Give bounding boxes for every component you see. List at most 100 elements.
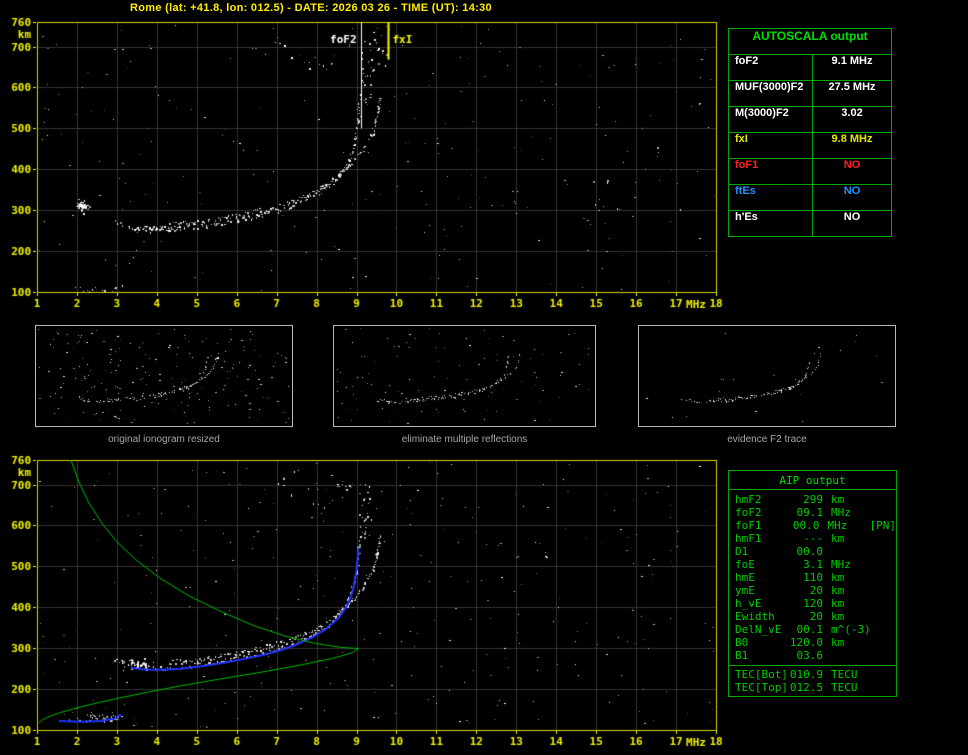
thumbnail-caption-reflections: eliminate multiple reflections	[401, 434, 528, 445]
autoscala-screen: Rome (lat: +41.8, lon: 012.5) - DATE: 20…	[0, 0, 968, 755]
parameter-value: 3.1	[803, 558, 823, 571]
thumbnail-multiple-reflections-removed	[333, 325, 596, 427]
autoscala-panel-title: AUTOSCALA output	[729, 29, 891, 55]
parameter-note: [PN]	[869, 519, 897, 532]
aip-row: foF2 09.1 MHz	[729, 506, 896, 519]
parameter-unit: km	[831, 636, 845, 649]
tec-value: 010.9	[789, 668, 823, 681]
parameter-note	[875, 558, 896, 571]
parameter-name: B1	[735, 649, 749, 662]
aip-rows: hmF2 299 km foF2 09.1 MHz foF1 00.0 MHz …	[729, 490, 896, 662]
parameter-label: fxI	[729, 133, 813, 158]
parameter-unit: MHz	[831, 558, 851, 571]
parameter-unit	[823, 649, 875, 662]
parameter-value: ---	[803, 532, 823, 545]
parameter-name: hmF1	[735, 532, 762, 545]
parameter-name: foE	[735, 558, 755, 571]
tec-row: TEC[Bot] 010.9 TECU	[729, 668, 896, 681]
parameter-note	[875, 623, 896, 636]
aip-row: foE 3.1 MHz	[729, 558, 896, 571]
autoscala-row: M(3000)F2 3.02	[729, 107, 891, 133]
parameter-unit: MHz	[831, 506, 851, 519]
parameter-value: 20	[809, 584, 823, 597]
aip-tec-rows: TEC[Bot] 010.9 TECU TEC[Top] 012.5 TECU	[729, 665, 896, 696]
parameter-label: MUF(3000)F2	[729, 81, 813, 106]
parameter-unit: km	[831, 597, 845, 610]
tec-value: 012.5	[789, 681, 823, 694]
parameter-name: ymE	[735, 584, 755, 597]
aip-output-panel: AIP output hmF2 299 km foF2 09.1 MHz foF…	[728, 470, 897, 697]
parameter-name: D1	[735, 545, 749, 558]
parameter-note	[875, 532, 896, 545]
autoscala-row: ftEs NO	[729, 185, 891, 211]
parameter-value: 299	[803, 493, 823, 506]
autoscala-rows: foF2 9.1 MHz MUF(3000)F2 27.5 MHz M(3000…	[729, 55, 891, 236]
thumbnail-original-ionogram	[35, 325, 293, 427]
aip-row: hmE 110 km	[729, 571, 896, 584]
aip-row: h_vE 120 km	[729, 597, 896, 610]
parameter-value: NO	[843, 159, 861, 171]
top-ionogram-plot	[0, 14, 724, 314]
parameter-note	[875, 597, 896, 610]
aip-panel-title: AIP output	[729, 471, 896, 490]
parameter-note	[875, 649, 896, 662]
autoscala-row: fxI 9.8 MHz	[729, 133, 891, 159]
aip-row: ymE 20 km	[729, 584, 896, 597]
parameter-label: foF1	[729, 159, 813, 184]
aip-row: hmF1 --- km	[729, 532, 896, 545]
parameter-value: 120.0	[789, 636, 823, 649]
parameter-value: 27.5 MHz	[828, 81, 876, 93]
parameter-note	[875, 636, 896, 649]
parameter-name: DelN_vE	[735, 623, 782, 636]
autoscala-row: h'Es NO	[729, 211, 891, 236]
parameter-unit: km	[831, 532, 845, 545]
parameter-value: 9.8 MHz	[831, 133, 873, 145]
parameter-unit: km	[831, 584, 845, 597]
parameter-note	[875, 506, 896, 519]
parameter-value: 9.1 MHz	[831, 55, 873, 67]
parameter-value: 00.0	[792, 519, 820, 532]
aip-row: DelN_vE 00.1 m^(-3)	[729, 623, 896, 636]
aip-row: Ewidth 20 km	[729, 610, 896, 623]
parameter-unit: km	[831, 610, 845, 623]
parameter-note	[875, 571, 896, 584]
aip-row: foF1 00.0 MHz [PN]	[729, 519, 896, 532]
parameter-unit	[823, 545, 875, 558]
page-title: Rome (lat: +41.8, lon: 012.5) - DATE: 20…	[130, 2, 492, 14]
tec-note	[875, 681, 896, 694]
thumbnail-caption-original: original ionogram resized	[108, 434, 220, 445]
parameter-note	[875, 584, 896, 597]
parameter-note	[875, 610, 896, 623]
parameter-value: 00.0	[796, 545, 824, 558]
parameter-note	[875, 545, 896, 558]
parameter-value: 09.1	[796, 506, 824, 519]
parameter-label: M(3000)F2	[729, 107, 813, 132]
parameter-value: 20	[809, 610, 823, 623]
parameter-unit: km	[831, 493, 845, 506]
aip-row: D1 00.0	[729, 545, 896, 558]
parameter-name: hmE	[735, 571, 755, 584]
parameter-name: foF2	[735, 506, 762, 519]
parameter-label: h'Es	[729, 211, 813, 236]
parameter-value: NO	[843, 211, 861, 223]
parameter-name: h_vE	[735, 597, 762, 610]
bottom-ionogram-plot	[0, 452, 724, 752]
parameter-value: NO	[843, 185, 861, 197]
aip-row: B0 120.0 km	[729, 636, 896, 649]
parameter-name: foF1	[735, 519, 762, 532]
tec-name: TEC[Top]	[735, 681, 788, 694]
parameter-value: 00.1	[796, 623, 824, 636]
parameter-value: 03.6	[796, 649, 824, 662]
tec-row: TEC[Top] 012.5 TECU	[729, 681, 896, 694]
parameter-name: hmF2	[735, 493, 762, 506]
parameter-value: 3.02	[841, 107, 863, 119]
parameter-unit: km	[831, 571, 845, 584]
tec-unit: TECU	[831, 668, 858, 681]
autoscala-row: foF2 9.1 MHz	[729, 55, 891, 81]
parameter-note	[875, 493, 896, 506]
parameter-label: foF2	[729, 55, 813, 80]
parameter-unit: m^(-3)	[831, 623, 871, 636]
tec-name: TEC[Bot]	[735, 668, 788, 681]
aip-row: B1 03.6	[729, 649, 896, 662]
tec-note	[875, 668, 896, 681]
